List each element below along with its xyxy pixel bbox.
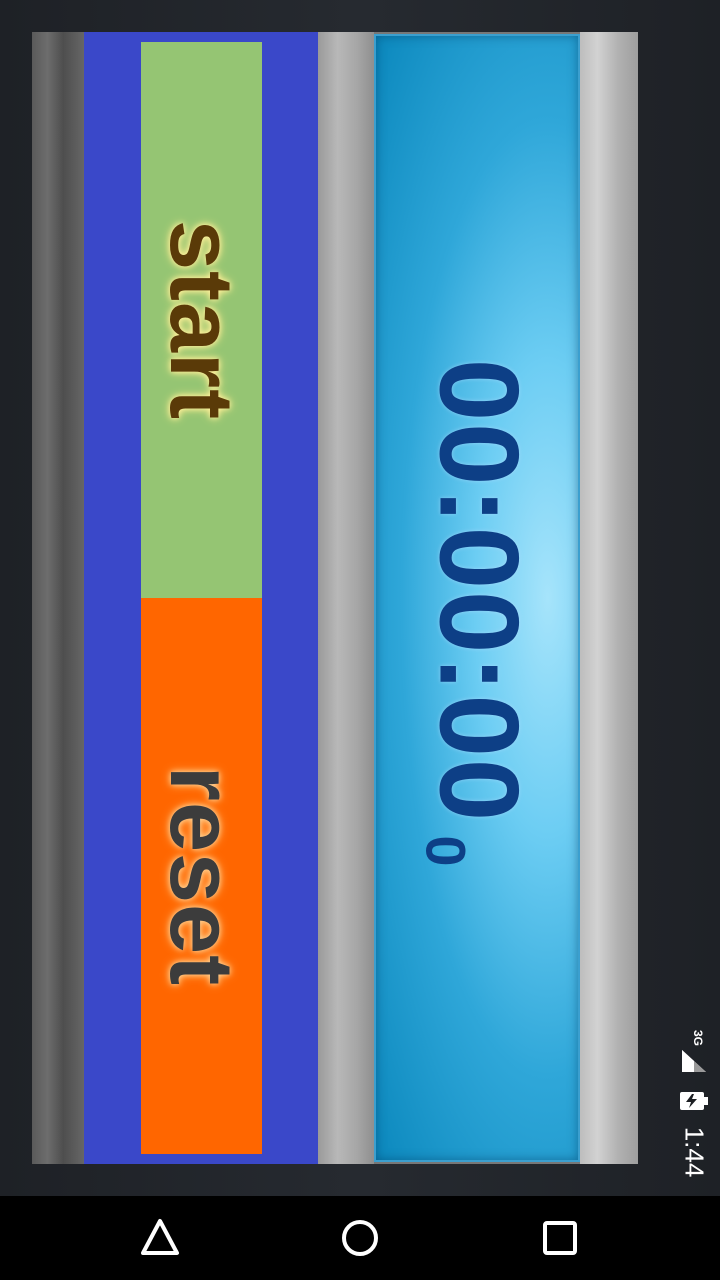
metal-strip-right — [580, 32, 638, 1164]
stopwatch-app: start reset 00:00:00 0 — [32, 32, 638, 1164]
start-button-label: start — [151, 219, 252, 421]
start-button[interactable]: start — [141, 42, 262, 598]
elapsed-time: 00:00:00 — [416, 358, 542, 824]
button-panel: start reset — [84, 32, 318, 1164]
back-triangle-icon[interactable] — [136, 1214, 184, 1262]
signal-icon — [682, 1050, 706, 1072]
recents-square-icon[interactable] — [536, 1214, 584, 1262]
reset-button-label: reset — [151, 765, 252, 987]
metal-strip-middle — [318, 32, 374, 1164]
status-clock: 1:44 — [679, 1126, 710, 1178]
battery-charging-icon — [680, 1092, 708, 1110]
status-bar: 3G 1:44 — [670, 1030, 720, 1190]
reset-button[interactable]: reset — [141, 598, 262, 1154]
navigation-bar — [0, 1196, 720, 1280]
device-screen: start reset 00:00:00 0 3G 1:44 — [0, 0, 720, 1280]
metal-strip-left — [32, 32, 84, 1164]
lap-counter: 0 — [414, 835, 478, 867]
home-circle-icon[interactable] — [336, 1214, 384, 1262]
time-display-panel: 00:00:00 0 — [374, 34, 580, 1162]
